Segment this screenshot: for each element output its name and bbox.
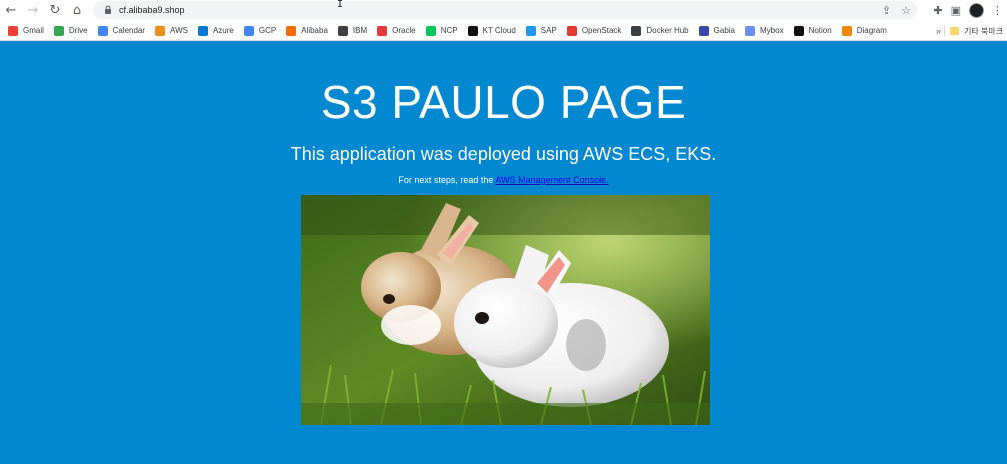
bookmark-label: Oracle [392, 26, 416, 35]
star-icon[interactable]: ☆ [901, 4, 911, 17]
bookmark-item[interactable]: Diagram [841, 21, 887, 41]
kebab-menu-icon[interactable]: ⋮ [992, 4, 1003, 17]
arrow-left-icon[interactable]: ← [0, 0, 22, 21]
bookmark-label: AWS [170, 26, 188, 35]
url-text[interactable]: cf.alibaba9.shop [119, 5, 185, 15]
bookmark-favicon-icon [337, 25, 348, 36]
bookmark-item[interactable]: NCP [425, 21, 458, 41]
bookmarks-divider [944, 26, 945, 36]
bookmark-favicon-icon [698, 25, 709, 36]
bookmark-label: IBM [352, 26, 368, 35]
arrow-right-icon[interactable]: → [22, 0, 44, 21]
side-panel-icon[interactable]: ▣ [951, 4, 961, 17]
bookmark-item[interactable]: SAP [525, 21, 557, 41]
bookmark-item[interactable]: Alibaba [286, 21, 328, 41]
bookmark-label: Diagram [856, 26, 887, 35]
bookmark-label: Docker Hub [646, 26, 689, 35]
bookmark-label: KT Cloud [482, 26, 516, 35]
bookmarks-more-button[interactable]: » [936, 21, 941, 41]
bookmark-item[interactable]: KT Cloud [467, 21, 516, 41]
bookmark-favicon-icon [97, 25, 108, 36]
bookmark-favicon-icon [841, 25, 852, 36]
bookmark-label: Gabia [713, 26, 735, 35]
bookmark-item[interactable]: OpenStack [566, 21, 622, 41]
other-bookmarks-label: 기타 북마크 [963, 26, 1003, 36]
bookmark-item[interactable]: Docker Hub [631, 21, 689, 41]
bookmark-favicon-icon [425, 25, 436, 36]
folder-icon [949, 27, 959, 35]
bookmarks-bar: Gmail Drive Calendar AWS Azure GCP Alibaba IBM O… [0, 21, 1007, 41]
bookmark-label: Gmail [23, 26, 44, 35]
bookmark-label: Azure [212, 26, 234, 35]
home-icon[interactable]: ⌂ [66, 0, 88, 21]
bookmark-favicon-icon [467, 25, 478, 36]
bookmark-favicon-icon [243, 25, 254, 36]
bookmark-favicon-icon [155, 25, 166, 36]
bookmark-favicon-icon [377, 25, 388, 36]
bookmark-label: Calendar [112, 26, 146, 35]
bookmark-item[interactable]: Mybox [745, 21, 784, 41]
text-cursor-icon: I [337, 0, 344, 10]
bookmark-favicon-icon [197, 25, 208, 36]
next-steps-note: For next steps, read the AWS Management … [0, 175, 1007, 185]
bookmark-label: OpenStack [581, 26, 622, 35]
bookmark-label: SAP [540, 26, 557, 35]
bookmark-item[interactable]: GCP [243, 21, 277, 41]
page-subtitle: This application was deployed using AWS … [290, 144, 717, 164]
bookmark-label: NCP [440, 26, 458, 35]
other-bookmarks-folder[interactable]: 기타 북마크 [949, 21, 1003, 41]
share-icon[interactable]: ⇪ [882, 4, 891, 17]
bookmark-label: Drive [68, 26, 88, 35]
bookmark-item[interactable]: Calendar [97, 21, 146, 41]
two-bunnies-photo [301, 195, 710, 425]
bookmark-favicon-icon [525, 25, 536, 36]
bookmark-item[interactable]: Gabia [698, 21, 735, 41]
bookmark-item[interactable]: Drive [53, 21, 88, 41]
page-title: S3 PAULO PAGE [320, 76, 687, 128]
bookmark-item[interactable]: Azure [197, 21, 234, 41]
reload-icon[interactable]: ↻ [44, 0, 66, 21]
bookmark-favicon-icon [631, 25, 642, 36]
bookmark-item[interactable]: Notion [793, 21, 832, 41]
aws-console-link-text[interactable]: AWS Management Console. [495, 175, 608, 185]
bookmark-label: GCP [258, 26, 277, 35]
bookmark-favicon-icon [793, 25, 804, 36]
bookmark-item[interactable]: IBM [337, 21, 368, 41]
bookmark-label: Notion [808, 26, 832, 35]
bookmark-favicon-icon [8, 25, 18, 36]
bookmark-favicon-icon [566, 25, 577, 36]
browser-toolbar: ← → ↻ ⌂ cf.alibaba9.shop ⇪ ☆ ✚ ▣ ⋮ [0, 0, 1007, 21]
bookmark-label: Alibaba [301, 26, 328, 35]
bookmark-item[interactable]: AWS [155, 21, 188, 41]
bookmark-favicon-icon [53, 25, 64, 36]
bookmark-item[interactable]: Oracle [377, 21, 416, 41]
avatar[interactable] [969, 3, 984, 18]
address-bar[interactable]: cf.alibaba9.shop ⇪ ☆ [93, 1, 917, 19]
puzzle-icon[interactable]: ✚ [933, 4, 942, 17]
bookmark-item[interactable]: Gmail [8, 21, 44, 41]
lock-icon[interactable] [99, 5, 117, 15]
bookmark-favicon-icon [286, 25, 297, 36]
bookmark-favicon-icon [745, 25, 755, 36]
page-body: S3 PAULO PAGE This application was deplo… [0, 42, 1007, 464]
next-steps-text: For next steps, read the [398, 175, 496, 185]
bookmark-label: Mybox [760, 26, 784, 35]
aws-console-link[interactable]: AWS Management Console. [495, 175, 608, 185]
